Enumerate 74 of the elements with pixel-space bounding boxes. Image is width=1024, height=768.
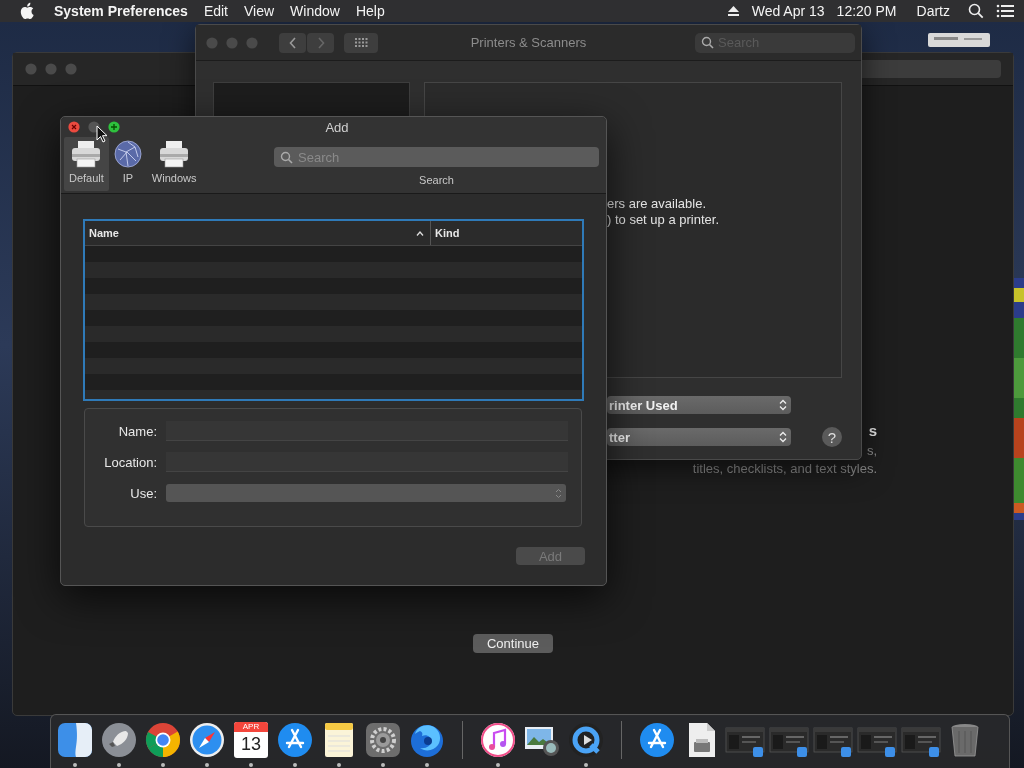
menu-item[interactable]: Edit [195, 3, 236, 19]
search-icon [701, 36, 714, 49]
up-down-arrows-icon [779, 431, 787, 443]
chevron-right-icon [316, 36, 325, 49]
running-indicator [425, 763, 429, 767]
printer-icon [71, 140, 102, 168]
toolbar-button[interactable]: Windows [146, 137, 202, 191]
printer-list[interactable] [213, 82, 410, 117]
printer-table[interactable]: Name Kind [83, 219, 584, 401]
description-text: titles, checklists, and text styles. [692, 460, 877, 478]
minimize-button[interactable] [88, 121, 100, 133]
toolbar-button[interactable]: IP [108, 137, 147, 191]
globe-icon [113, 140, 142, 168]
eject-icon[interactable] [726, 5, 740, 17]
app-menu[interactable]: System Preferences [46, 3, 196, 19]
help-button[interactable]: ? [822, 427, 842, 447]
window-title: Printers & Scanners [470, 35, 587, 50]
popup-menu[interactable]: tter [607, 428, 791, 446]
list-icon[interactable] [996, 4, 1014, 18]
rocket-icon[interactable] [99, 720, 139, 760]
running-indicator [293, 763, 297, 767]
running-indicator [205, 763, 209, 767]
message-text: ers are available. [607, 196, 707, 212]
music-note-icon[interactable] [478, 720, 518, 760]
running-indicator [496, 763, 500, 767]
continue-button[interactable]: Continue [473, 634, 553, 653]
column-header[interactable]: Name [85, 221, 431, 245]
running-indicator [584, 763, 588, 767]
search-icon[interactable] [968, 3, 984, 19]
running-indicator [161, 763, 165, 767]
store-icon[interactable] [275, 720, 315, 760]
menu-clock[interactable]: 12:20 PM [836, 3, 897, 19]
dialog-title: Add [325, 119, 349, 135]
forward-button[interactable] [307, 32, 334, 53]
running-indicator [337, 763, 341, 767]
running-indicator [381, 763, 385, 767]
column-header[interactable]: Kind [431, 221, 460, 245]
cursor-icon [96, 125, 108, 143]
apple-icon[interactable] [20, 2, 36, 20]
menu-item[interactable]: Window [282, 3, 348, 19]
message-text: ) to set up a printer. [607, 212, 720, 228]
popup-menu[interactable]: rinter Used [607, 396, 791, 414]
browser-icon[interactable] [143, 720, 183, 760]
compass-icon[interactable] [187, 720, 227, 760]
store-icon[interactable] [637, 720, 677, 760]
menu-item[interactable]: View [236, 3, 283, 19]
toolbar-button[interactable]: Default [64, 137, 109, 191]
up-down-arrows-icon [779, 399, 787, 411]
gear-icon[interactable] [363, 720, 403, 760]
menu-item[interactable]: Help [347, 3, 393, 19]
zoom-button[interactable] [108, 121, 120, 133]
calendar-icon[interactable]: APR 13 [234, 722, 268, 758]
split-square-icon[interactable] [55, 720, 95, 760]
up-down-arrows-icon [555, 487, 562, 499]
drive-icon[interactable] [928, 33, 990, 47]
running-indicator [249, 763, 253, 767]
search-label: Search [419, 174, 454, 186]
player-icon[interactable] [566, 720, 606, 760]
field-label: Use: [129, 485, 157, 501]
grid-icon [354, 38, 368, 47]
back-button[interactable] [279, 32, 306, 53]
running-indicator [117, 763, 121, 767]
close-button[interactable] [68, 121, 80, 133]
show-all-button[interactable] [344, 32, 378, 53]
chevron-left-icon [288, 36, 297, 49]
section-heading: s [868, 421, 877, 441]
field-label: Location: [103, 454, 157, 470]
description-text: s, [866, 442, 877, 460]
user-name[interactable]: Dartz [916, 3, 950, 19]
menu-date[interactable]: Wed Apr 13 [751, 3, 825, 19]
running-indicator [73, 763, 77, 767]
printer-icon [159, 140, 190, 168]
search-icon [280, 150, 293, 164]
field-label: Name: [117, 423, 157, 439]
